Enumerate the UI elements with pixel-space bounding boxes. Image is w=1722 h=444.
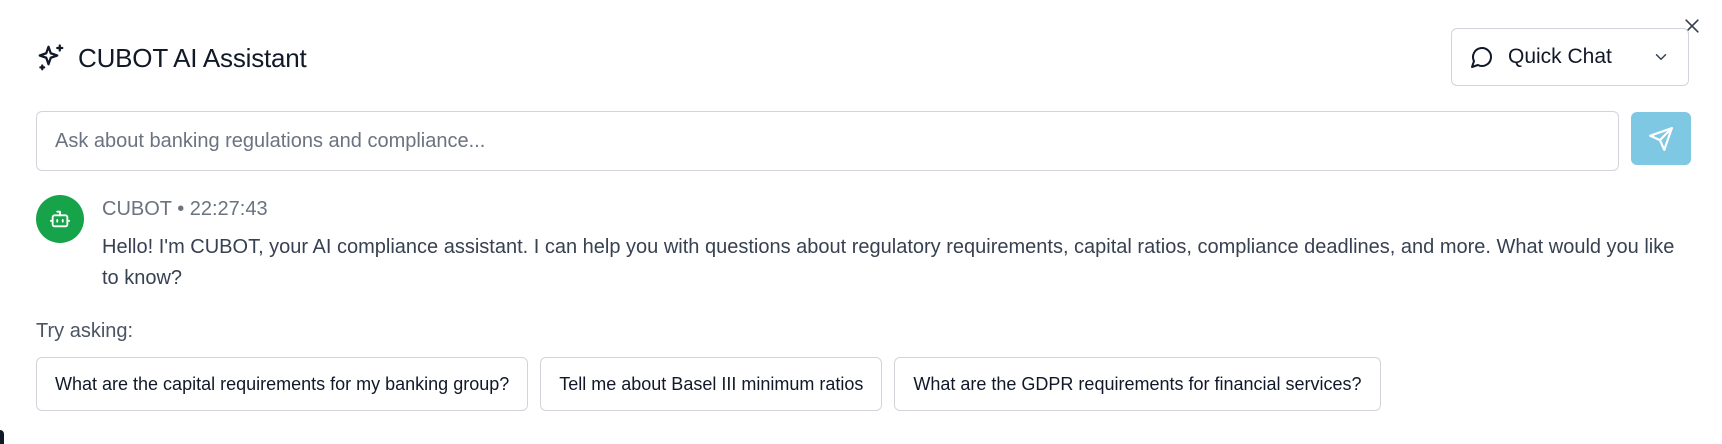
panel-header: CUBOT AI Assistant — [36, 38, 307, 78]
page-title: CUBOT AI Assistant — [78, 42, 307, 73]
bot-icon — [49, 210, 71, 228]
send-icon — [1649, 126, 1673, 151]
message-meta: CUBOT • 22:27:43 — [102, 198, 268, 220]
suggestion-chip-capital[interactable]: What are the capital requirements for my… — [36, 357, 529, 411]
chevron-down-icon — [1655, 54, 1667, 60]
suggestion-chip-gdpr[interactable]: What are the GDPR requirements for finan… — [894, 357, 1381, 411]
message-circle-icon — [1471, 47, 1492, 68]
ask-row — [36, 111, 1691, 171]
chat-mode-value: Quick Chat — [1508, 45, 1612, 68]
ask-input[interactable] — [36, 111, 1619, 171]
chat-mode-select[interactable]: Quick Chat — [1451, 28, 1689, 86]
avatar — [36, 195, 84, 243]
sparkles-icon — [38, 44, 64, 71]
suggestions-label: Try asking: — [36, 320, 134, 342]
corner-edge — [0, 430, 4, 444]
message-text: Hello! I'm CUBOT, your AI compliance ass… — [102, 236, 1675, 289]
suggestion-chips: What are the capital requirements for my… — [36, 357, 1381, 411]
assistant-panel: CUBOT AI Assistant Quick Chat Ask about … — [0, 0, 1722, 444]
suggestion-chip-basel[interactable]: Tell me about Basel III minimum ratios — [540, 357, 883, 411]
send-button[interactable] — [1631, 112, 1691, 165]
